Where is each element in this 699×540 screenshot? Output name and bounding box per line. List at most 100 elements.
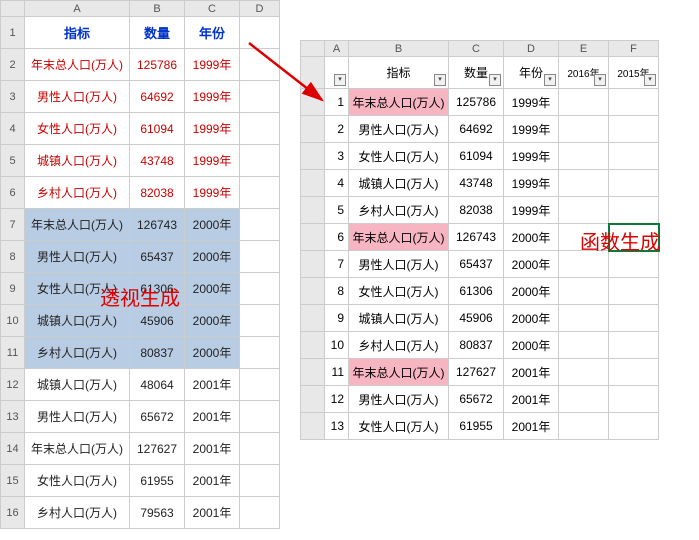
row-header[interactable]: 8	[1, 241, 25, 273]
row-header[interactable]: 7	[1, 209, 25, 241]
cell[interactable]: ▾	[325, 57, 349, 89]
row-header[interactable]: 5	[1, 145, 25, 177]
cell[interactable]	[240, 241, 280, 273]
cell[interactable]	[609, 224, 659, 251]
row-header[interactable]: 4	[1, 113, 25, 145]
cell[interactable]: 126743	[130, 209, 185, 241]
cell[interactable]: 1999年	[185, 49, 240, 81]
cell[interactable]: 126743	[449, 224, 504, 251]
cell[interactable]	[609, 116, 659, 143]
filter-icon[interactable]: ▾	[489, 74, 501, 86]
cell[interactable]	[240, 113, 280, 145]
cell[interactable]: 13	[325, 413, 349, 440]
cell[interactable]: 指标▾	[349, 57, 449, 89]
row-header[interactable]	[301, 57, 325, 89]
cell[interactable]: 125786	[449, 89, 504, 116]
row-header[interactable]	[301, 170, 325, 197]
cell[interactable]: 2001年	[185, 369, 240, 401]
cell[interactable]: 2000年	[504, 251, 559, 278]
cell[interactable]	[240, 369, 280, 401]
cell[interactable]	[240, 209, 280, 241]
cell[interactable]: 43748	[130, 145, 185, 177]
row-header[interactable]: 1	[1, 17, 25, 49]
cell[interactable]: 年末总人口(万人)	[349, 224, 449, 251]
cell[interactable]	[609, 413, 659, 440]
cell[interactable]	[240, 81, 280, 113]
cell[interactable]: 男性人口(万人)	[349, 251, 449, 278]
cell[interactable]: 2001年	[185, 401, 240, 433]
row-header[interactable]: 3	[1, 81, 25, 113]
cell[interactable]: 64692	[130, 81, 185, 113]
cell[interactable]: 4	[325, 170, 349, 197]
row-header[interactable]	[301, 197, 325, 224]
cell[interactable]	[240, 401, 280, 433]
row-header[interactable]: 10	[1, 305, 25, 337]
cell[interactable]: 数量▾	[449, 57, 504, 89]
cell[interactable]: 2000年	[185, 241, 240, 273]
row-header[interactable]: 12	[1, 369, 25, 401]
cell[interactable]	[559, 332, 609, 359]
filter-icon[interactable]: ▾	[544, 74, 556, 86]
row-header[interactable]: 13	[1, 401, 25, 433]
col-header-E[interactable]: E	[559, 41, 609, 57]
cell[interactable]: 61955	[449, 413, 504, 440]
filter-icon[interactable]: ▾	[434, 74, 446, 86]
cell[interactable]	[609, 251, 659, 278]
row-header[interactable]	[301, 386, 325, 413]
cell[interactable]: 127627	[130, 433, 185, 465]
cell[interactable]: 女性人口(万人)	[25, 465, 130, 497]
cell[interactable]	[240, 49, 280, 81]
row-header[interactable]	[301, 89, 325, 116]
row-header[interactable]	[301, 278, 325, 305]
cell[interactable]: 女性人口(万人)	[25, 113, 130, 145]
cell[interactable]: 65672	[449, 386, 504, 413]
cell[interactable]	[609, 143, 659, 170]
cell[interactable]: 1	[325, 89, 349, 116]
cell[interactable]: 7	[325, 251, 349, 278]
cell[interactable]: 5	[325, 197, 349, 224]
col-header-B[interactable]: B	[130, 1, 185, 17]
cell[interactable]	[240, 465, 280, 497]
cell[interactable]: 年份	[185, 17, 240, 49]
cell[interactable]: 1999年	[185, 145, 240, 177]
row-header[interactable]: 6	[1, 177, 25, 209]
cell[interactable]: 64692	[449, 116, 504, 143]
cell[interactable]	[559, 143, 609, 170]
cell[interactable]: 8	[325, 278, 349, 305]
row-header[interactable]	[301, 413, 325, 440]
cell[interactable]: 2000年	[185, 209, 240, 241]
col-header-A[interactable]: A	[25, 1, 130, 17]
cell[interactable]: 43748	[449, 170, 504, 197]
col-header-C[interactable]: C	[449, 41, 504, 57]
row-header[interactable]	[301, 224, 325, 251]
right-spreadsheet[interactable]: A B C D E F ▾ 指标▾ 数量▾ 年份▾ 2016年▾ 2015年▾ …	[300, 40, 660, 440]
row-header[interactable]	[301, 305, 325, 332]
cell[interactable]	[240, 433, 280, 465]
cell[interactable]	[240, 497, 280, 529]
cell[interactable]	[559, 278, 609, 305]
filter-icon[interactable]: ▾	[594, 74, 606, 86]
cell[interactable]: 61306	[449, 278, 504, 305]
cell[interactable]: 61094	[130, 113, 185, 145]
cell[interactable]	[609, 197, 659, 224]
cell[interactable]: 10	[325, 332, 349, 359]
cell[interactable]: 3	[325, 143, 349, 170]
cell[interactable]: 年末总人口(万人)	[25, 49, 130, 81]
col-header-D[interactable]: D	[504, 41, 559, 57]
cell[interactable]: 1999年	[185, 177, 240, 209]
cell[interactable]: 1999年	[185, 81, 240, 113]
cell[interactable]	[559, 89, 609, 116]
cell[interactable]	[559, 170, 609, 197]
cell[interactable]: 80837	[449, 332, 504, 359]
cell[interactable]	[240, 145, 280, 177]
cell[interactable]	[240, 177, 280, 209]
cell[interactable]: 2001年	[185, 433, 240, 465]
cell[interactable]: 乡村人口(万人)	[349, 197, 449, 224]
cell[interactable]: 82038	[130, 177, 185, 209]
cell[interactable]	[559, 224, 609, 251]
col-header-B[interactable]: B	[349, 41, 449, 57]
cell[interactable]	[609, 359, 659, 386]
row-header[interactable]: 15	[1, 465, 25, 497]
cell[interactable]: 男性人口(万人)	[349, 116, 449, 143]
cell[interactable]: 127627	[449, 359, 504, 386]
